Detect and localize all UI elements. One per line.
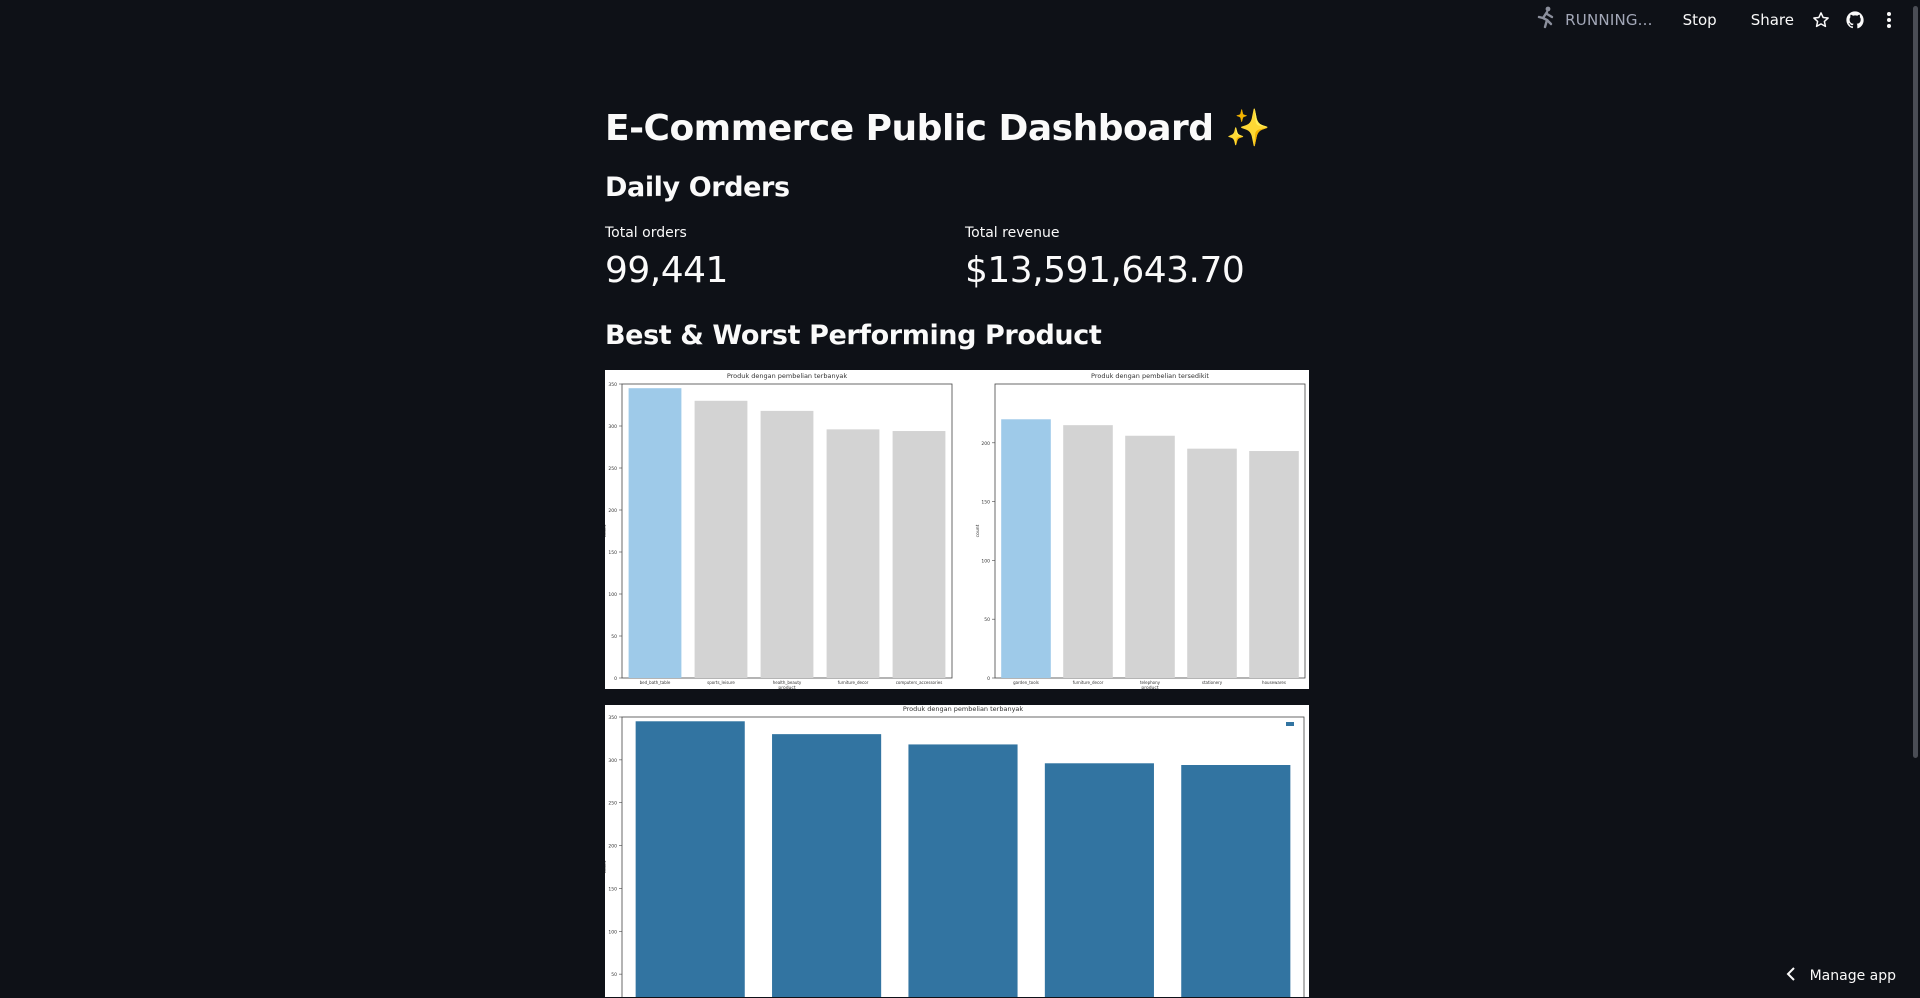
y-tick-label: 100 <box>608 592 617 598</box>
top-products-bar-chart: Produk dengan pembelian terbanyak 50 100 15… <box>605 705 1305 997</box>
manage-app-button[interactable]: Manage app <box>1786 967 1896 985</box>
y-tick-label: 200 <box>981 441 990 447</box>
y-tick-label: 150 <box>608 550 617 556</box>
y-tick-label: 350 <box>608 382 617 388</box>
total-revenue-value: $13,591,643.70 <box>965 250 1245 291</box>
chart-title: Produk dengan pembelian tersedikit <box>1091 372 1209 380</box>
chart-group: Produk dengan pembelian terbanyak 0 50 100 1… <box>605 372 953 689</box>
best-worst-product-heading: Best & Worst Performing Product <box>605 320 1102 351</box>
y-tick-label: 250 <box>608 466 617 472</box>
chevron-left-icon <box>1786 967 1796 985</box>
y-axis-label: count <box>605 524 608 537</box>
y-tick-label: 50 <box>611 972 617 978</box>
y-tick-label: 300 <box>608 424 617 430</box>
bar <box>908 744 1018 997</box>
y-tick-label: 150 <box>608 886 617 892</box>
y-tick-label: 200 <box>608 508 617 514</box>
x-tick-label: housewares <box>1262 680 1286 685</box>
x-tick-label: health_beauty <box>773 680 802 685</box>
total-orders-value: 99,441 <box>605 250 728 291</box>
bar <box>760 410 814 678</box>
chart-group: Produk dengan pembelian tersedikit 0 50 100… <box>975 372 1306 689</box>
bar <box>826 429 880 678</box>
x-tick-label: furniture_decor <box>1073 680 1104 685</box>
bar <box>1044 763 1154 997</box>
scrollbar[interactable] <box>1913 6 1918 758</box>
x-tick-label: telephony <box>1140 680 1161 685</box>
bar <box>1001 419 1051 678</box>
x-tick-label: bed_bath_table <box>640 680 671 685</box>
stop-button[interactable]: Stop <box>1673 5 1727 35</box>
x-tick-label: furniture_decor <box>838 680 869 685</box>
total-orders-label: Total orders <box>605 225 687 241</box>
y-tick-label: 350 <box>608 715 617 721</box>
bar <box>628 388 682 678</box>
y-tick-label: 0 <box>614 676 617 682</box>
chart-title: Produk dengan pembelian terbanyak <box>903 705 1024 713</box>
github-icon[interactable] <box>1838 3 1872 37</box>
more-vertical-icon[interactable] <box>1872 3 1906 37</box>
bar <box>1187 448 1237 678</box>
x-tick-label: sports_leisure <box>707 680 735 685</box>
running-status: RUNNING... <box>1535 6 1652 34</box>
legend-swatch <box>1286 722 1294 726</box>
manage-app-label: Manage app <box>1809 968 1896 984</box>
y-tick-label: 0 <box>987 676 990 682</box>
bar <box>772 734 882 997</box>
best-worst-bar-charts: Produk dengan pembelian terbanyak 0 50 100 1… <box>605 372 1306 689</box>
running-status-text: RUNNING... <box>1565 11 1653 29</box>
y-tick-label: 150 <box>981 500 990 506</box>
bar <box>1249 451 1299 678</box>
bar <box>635 721 745 997</box>
share-button[interactable]: Share <box>1741 5 1804 35</box>
total-revenue-label: Total revenue <box>965 225 1060 241</box>
y-axis-label: count <box>605 860 608 873</box>
running-figure-icon <box>1535 6 1557 34</box>
top-toolbar: RUNNING... Stop Share <box>1535 0 1920 40</box>
total-orders-metric: Total orders 99,441 <box>605 225 728 293</box>
best-worst-product-figure: Produk dengan pembelian terbanyak 0 50 100 1… <box>605 370 1309 689</box>
total-revenue-metric: Total revenue $13,591,643.70 <box>965 225 1245 293</box>
app-root: RUNNING... Stop Share E-Commerce Public … <box>0 0 1920 998</box>
x-tick-label: garden_tools <box>1013 680 1039 685</box>
y-tick-label: 100 <box>981 558 990 564</box>
y-tick-label: 250 <box>608 801 617 807</box>
y-tick-label: 50 <box>611 634 617 640</box>
bar <box>694 400 748 678</box>
y-tick-label: 100 <box>608 929 617 935</box>
top-products-figure: Produk dengan pembelian terbanyak 50 100 15… <box>605 705 1309 997</box>
x-tick-label: stationery <box>1202 680 1223 685</box>
x-axis-label: product <box>1141 685 1159 689</box>
daily-orders-heading: Daily Orders <box>605 172 790 203</box>
y-tick-label: 300 <box>608 758 617 764</box>
star-icon[interactable] <box>1804 3 1838 37</box>
bar <box>1063 425 1113 678</box>
page-title: E-Commerce Public Dashboard ✨ <box>605 108 1270 149</box>
y-tick-label: 50 <box>984 617 990 623</box>
y-tick-label: 200 <box>608 844 617 850</box>
x-tick-label: computers_accessories <box>896 680 943 685</box>
bar <box>892 431 946 678</box>
x-axis-label: product <box>778 685 796 689</box>
chart-group: Produk dengan pembelian terbanyak 50 100 15… <box>605 705 1305 997</box>
bar <box>1125 435 1175 678</box>
y-axis-label: count <box>975 524 981 537</box>
bar <box>1181 765 1291 997</box>
chart-title: Produk dengan pembelian terbanyak <box>727 372 848 380</box>
